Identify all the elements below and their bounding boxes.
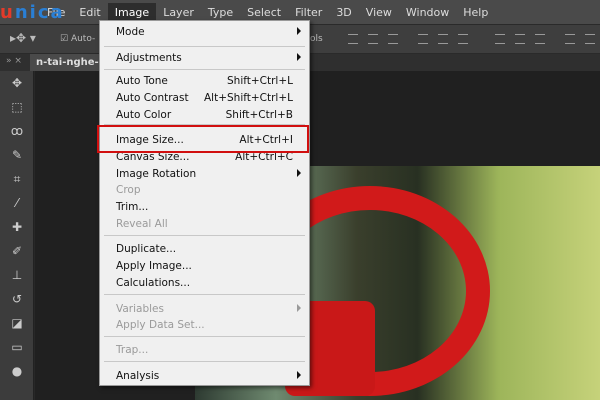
menu-item-shortcut: Shift+Ctrl+B [225, 109, 293, 121]
panel-collapse-icon[interactable]: » × [6, 56, 22, 66]
move-tool-icon[interactable]: ✥ [6, 74, 28, 92]
menu-item-analysis[interactable]: Analysis [100, 368, 309, 385]
align-bottom-icon[interactable] [388, 34, 398, 44]
menu-item-label: Variables [116, 303, 164, 315]
menu-separator [104, 46, 305, 47]
menu-separator [104, 235, 305, 236]
menu-layer[interactable]: Layer [156, 3, 201, 22]
menu-3d[interactable]: 3D [329, 3, 358, 22]
menu-item-label: Analysis [116, 370, 160, 382]
align-hcenter-icon[interactable] [438, 34, 448, 44]
lasso-tool-icon[interactable]: ꝏ [6, 122, 28, 140]
menu-item-adjustments[interactable]: Adjustments [100, 50, 309, 67]
menu-item-variables: Variables [100, 301, 309, 318]
gradient-tool-icon[interactable]: ▭ [6, 338, 28, 356]
menu-item-image-rotation[interactable]: Image Rotation [100, 166, 309, 183]
eyedropper-tool-icon[interactable]: ⁄ [6, 194, 28, 212]
menu-item-label: Duplicate... [116, 243, 177, 255]
image-size-highlight-box [97, 125, 309, 153]
menu-item-label: Auto Tone [116, 75, 168, 87]
move-tool-icon[interactable]: ▸✥ ▾ [10, 31, 36, 45]
menu-item-reveal-all: Reveal All [100, 216, 309, 233]
menu-item-calculations[interactable]: Calculations... [100, 275, 309, 292]
menu-item-label: Auto Color [116, 109, 172, 121]
menu-item-apply-image[interactable]: Apply Image... [100, 258, 309, 275]
clone-stamp-tool-icon[interactable]: ⊥ [6, 266, 28, 284]
menu-separator [104, 294, 305, 295]
menu-view[interactable]: View [359, 3, 399, 22]
menu-item-label: Mode [116, 26, 145, 38]
menu-item-label: Trim... [116, 201, 149, 213]
distribute-hcenter-icon[interactable] [585, 34, 595, 44]
menu-item-apply-data-set: Apply Data Set... [100, 317, 309, 334]
unica-logo: unica [0, 2, 65, 23]
menu-item-label: Apply Image... [116, 260, 192, 272]
menu-item-label: Auto Contrast [116, 92, 189, 104]
menu-item-label: Reveal All [116, 218, 168, 230]
menu-separator [104, 336, 305, 337]
menu-item-trim[interactable]: Trim... [100, 199, 309, 216]
blur-tool-icon[interactable]: ● [6, 362, 28, 380]
menu-item-label: Calculations... [116, 277, 191, 289]
align-vcenter-icon[interactable] [368, 34, 378, 44]
auto-select-label: Auto- [70, 34, 96, 44]
menu-item-label: Image Rotation [116, 168, 197, 180]
auto-select-checkbox[interactable]: ☑ Auto- [60, 34, 95, 44]
menu-filter[interactable]: Filter [288, 3, 329, 22]
menu-item-trap: Trap... [100, 342, 309, 359]
align-top-icon[interactable] [348, 34, 358, 44]
history-brush-tool-icon[interactable]: ↺ [6, 290, 28, 308]
tools-panel: ✥ ⬚ ꝏ ✎ ⌗ ⁄ ✚ ✐ ⊥ ↺ ◪ ▭ ● [0, 71, 34, 400]
submenu-arrow-icon [297, 169, 301, 177]
marquee-tool-icon[interactable]: ⬚ [6, 98, 28, 116]
menu-item-label: Crop [116, 184, 141, 196]
brush-tool-icon[interactable]: ✐ [6, 242, 28, 260]
menu-edit[interactable]: Edit [72, 3, 107, 22]
menu-item-duplicate[interactable]: Duplicate... [100, 241, 309, 258]
submenu-arrow-icon [297, 304, 301, 312]
menu-item-label: Adjustments [116, 52, 182, 64]
align-right-icon[interactable] [458, 34, 468, 44]
transform-controls-label: ols [310, 34, 323, 44]
quick-select-tool-icon[interactable]: ✎ [6, 146, 28, 164]
submenu-arrow-icon [297, 27, 301, 35]
distribute-left-icon[interactable] [565, 34, 575, 44]
menu-help[interactable]: Help [456, 3, 495, 22]
align-left-icon[interactable] [418, 34, 428, 44]
distribute-bottom-icon[interactable] [535, 34, 545, 44]
menu-item-label: Trap... [116, 344, 149, 356]
menu-select[interactable]: Select [240, 3, 288, 22]
menu-item-auto-color[interactable]: Auto Color Shift+Ctrl+B [100, 107, 309, 124]
menu-item-crop: Crop [100, 182, 309, 199]
menu-type[interactable]: Type [201, 3, 240, 22]
menu-window[interactable]: Window [399, 3, 456, 22]
distribute-top-icon[interactable] [495, 34, 505, 44]
healing-brush-tool-icon[interactable]: ✚ [6, 218, 28, 236]
distribute-vcenter-icon[interactable] [515, 34, 525, 44]
eraser-tool-icon[interactable]: ◪ [6, 314, 28, 332]
menu-item-auto-contrast[interactable]: Auto Contrast Alt+Shift+Ctrl+L [100, 90, 309, 107]
menu-item-mode[interactable]: Mode [100, 24, 309, 41]
menu-separator [104, 361, 305, 362]
menu-item-shortcut: Shift+Ctrl+L [227, 75, 293, 87]
menu-item-label: Apply Data Set... [116, 319, 205, 331]
menu-image[interactable]: Image [107, 2, 157, 22]
menu-separator [104, 69, 305, 70]
submenu-arrow-icon [297, 371, 301, 379]
menu-item-shortcut: Alt+Shift+Ctrl+L [203, 92, 293, 104]
menu-item-auto-tone[interactable]: Auto Tone Shift+Ctrl+L [100, 73, 309, 90]
crop-tool-icon[interactable]: ⌗ [6, 170, 28, 188]
image-menu-dropdown: Mode Adjustments Auto Tone Shift+Ctrl+L Auto… [99, 20, 310, 386]
submenu-arrow-icon [297, 53, 301, 61]
